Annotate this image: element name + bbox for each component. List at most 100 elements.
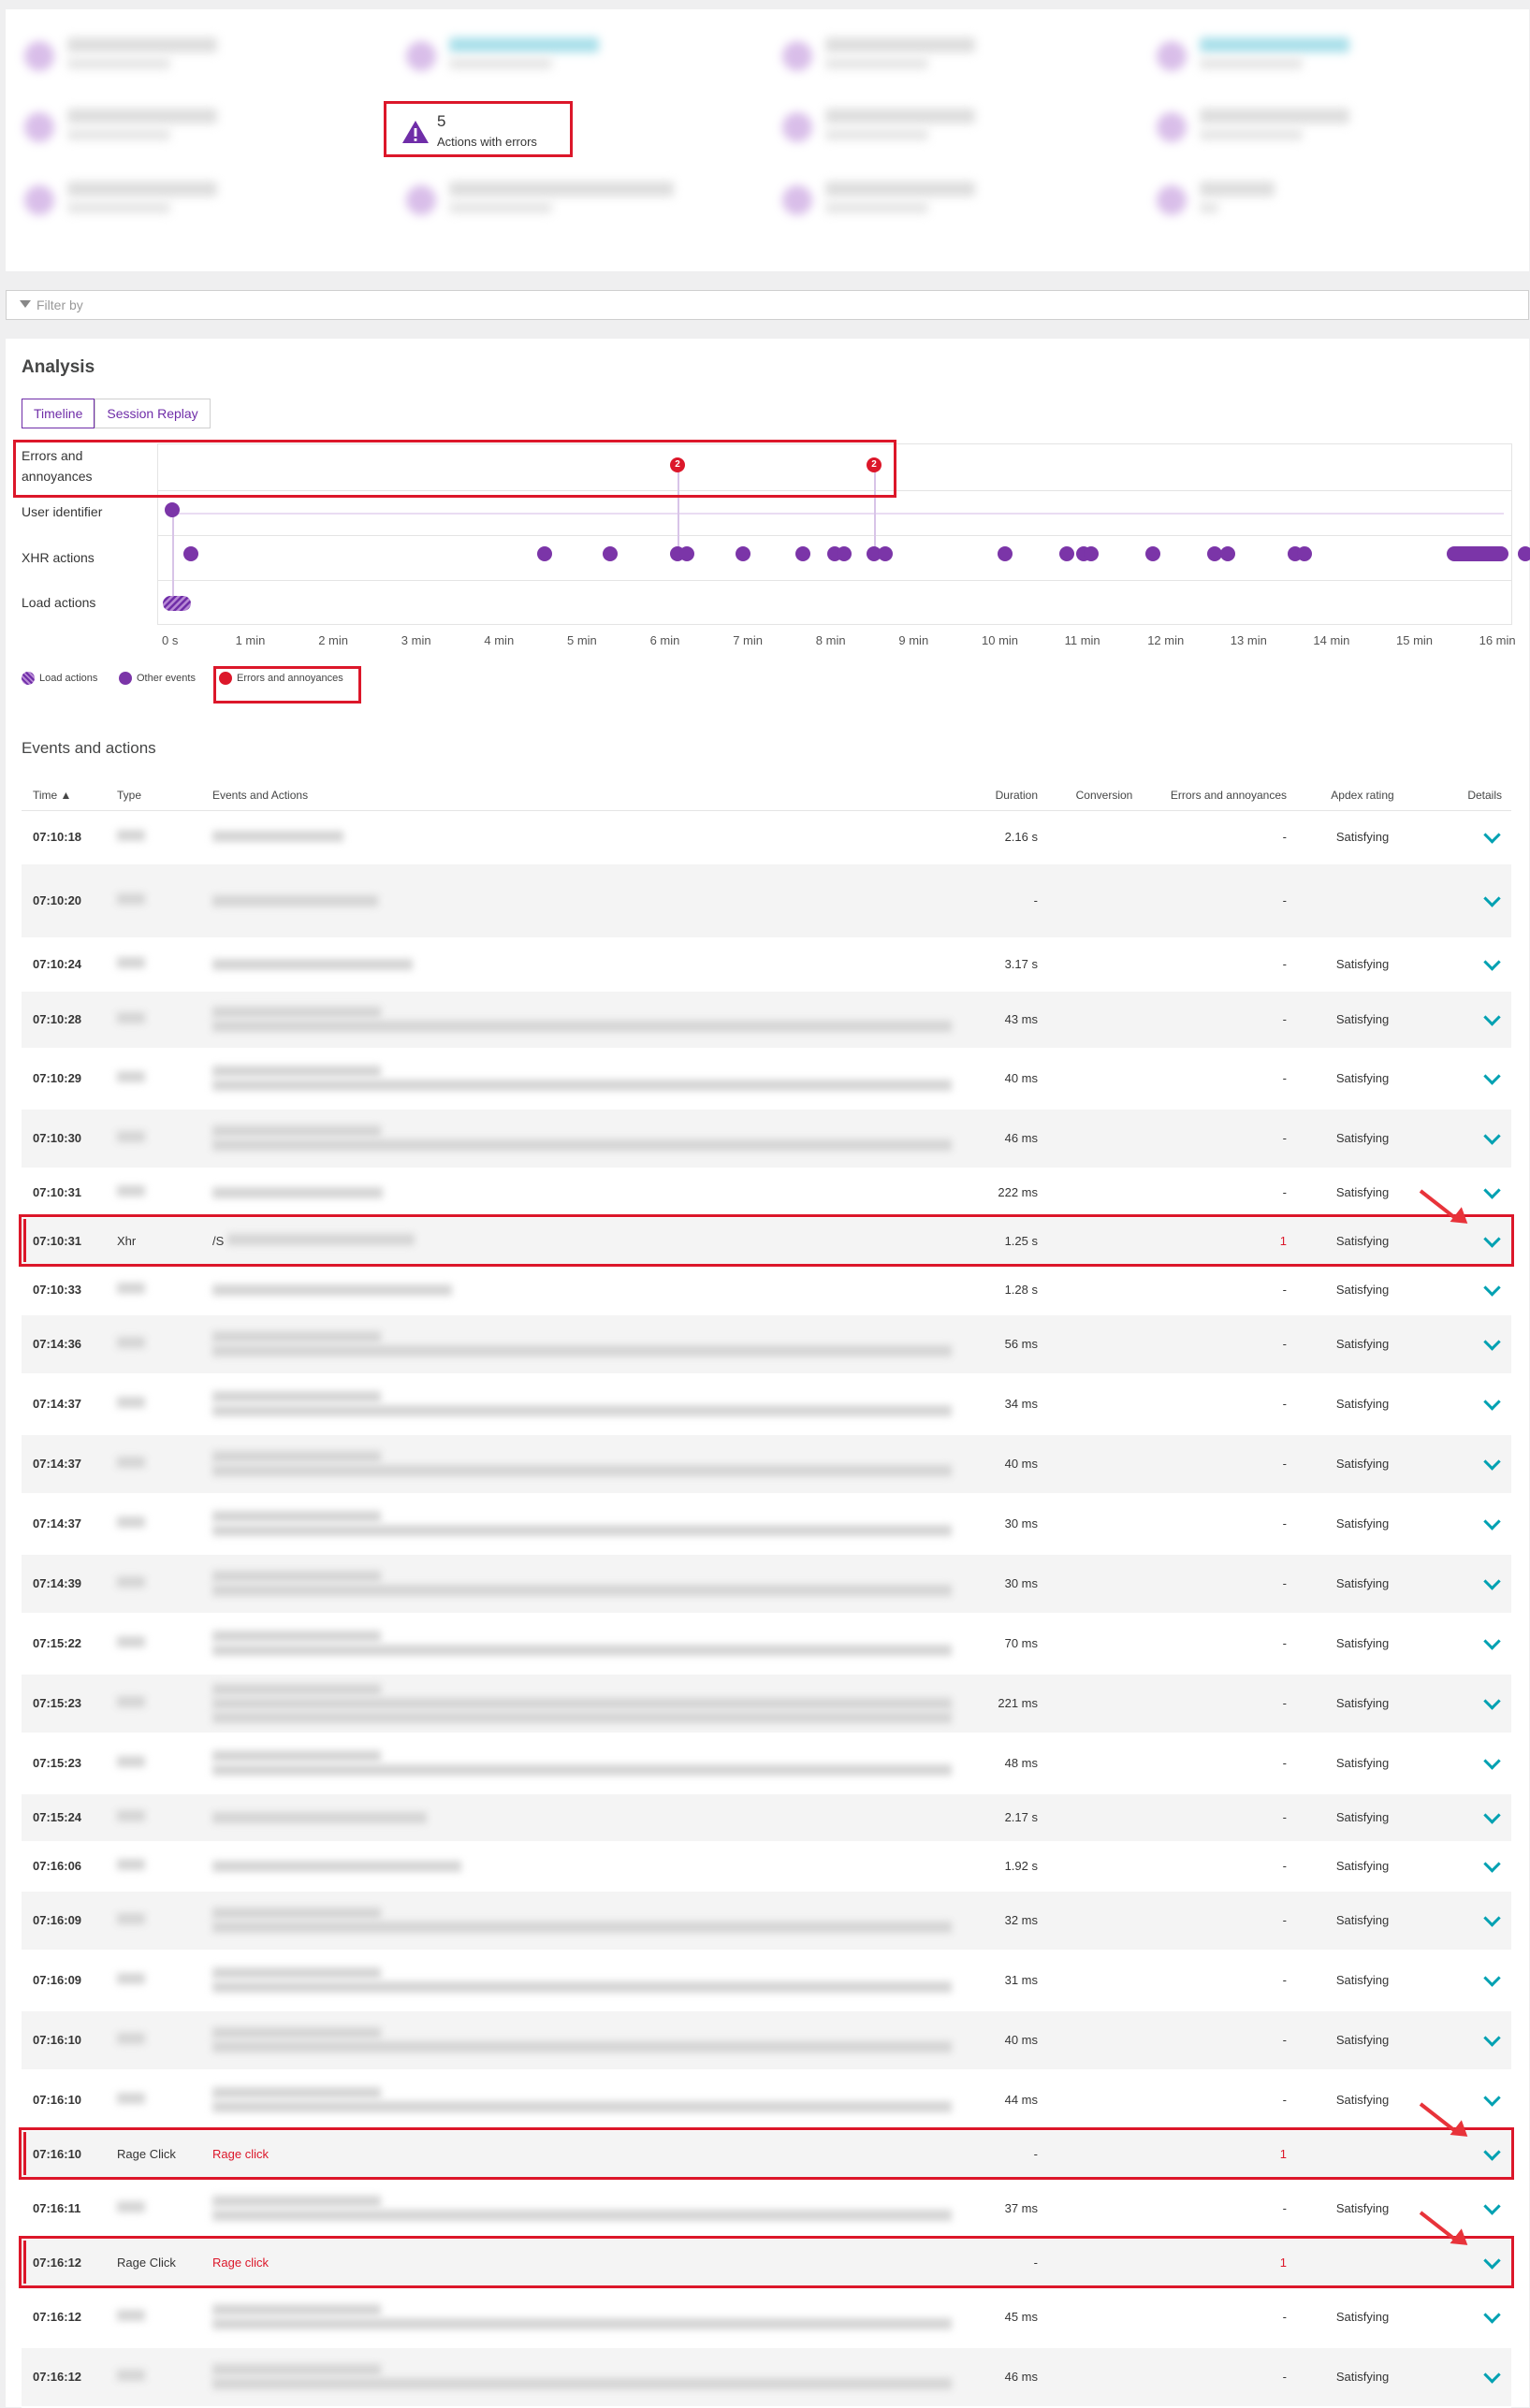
row-details[interactable] xyxy=(1416,937,1511,992)
table-row[interactable]: 07:15:23 221 ms - Satisfying xyxy=(22,1673,1511,1734)
row-action[interactable]: Rage click xyxy=(201,2129,974,2180)
col-apdex[interactable]: Apdex rating xyxy=(1298,780,1416,811)
row-details[interactable] xyxy=(1416,1553,1511,1615)
row-action[interactable]: /S xyxy=(201,1216,974,1267)
row-details[interactable] xyxy=(1416,1265,1511,1315)
row-action[interactable] xyxy=(201,1950,974,2011)
xhr-event-dot[interactable] xyxy=(998,546,1013,561)
row-action[interactable] xyxy=(201,2286,974,2348)
row-action[interactable] xyxy=(201,1733,974,1794)
chevron-down-icon[interactable] xyxy=(1483,1692,1501,1710)
row-action[interactable] xyxy=(201,1373,974,1435)
table-row[interactable]: 07:16:12 Rage Click Rage click - 1 xyxy=(22,2238,1511,2288)
table-row[interactable]: 07:15:23 48 ms - Satisfying xyxy=(22,1733,1511,1794)
chevron-down-icon[interactable] xyxy=(1483,2306,1501,2324)
table-row[interactable]: 07:16:10 44 ms - Satisfying xyxy=(22,2069,1511,2131)
chevron-down-icon[interactable] xyxy=(1483,2089,1501,2107)
chevron-down-icon[interactable] xyxy=(1483,1969,1501,1987)
table-row[interactable]: 07:10:31 Xhr/S 1.25 s 1 Satisfying xyxy=(22,1216,1511,1267)
chevron-down-icon[interactable] xyxy=(1483,1333,1501,1351)
table-row[interactable]: 07:15:24 2.17 s - Satisfying xyxy=(22,1792,1511,1843)
row-details[interactable] xyxy=(1416,1613,1511,1675)
table-row[interactable]: 07:16:11 37 ms - Satisfying xyxy=(22,2178,1511,2240)
xhr-event-dot[interactable] xyxy=(1220,546,1235,561)
chevron-down-icon[interactable] xyxy=(1483,1806,1501,1824)
xhr-event-dot[interactable] xyxy=(537,546,552,561)
col-errors[interactable]: Errors and annoyances xyxy=(1148,780,1298,811)
chevron-down-icon[interactable] xyxy=(1483,1573,1501,1590)
chevron-down-icon[interactable] xyxy=(1483,890,1501,907)
xhr-event-dot[interactable] xyxy=(603,546,618,561)
row-details[interactable] xyxy=(1416,1890,1511,1951)
chevron-down-icon[interactable] xyxy=(1483,1127,1501,1145)
row-action[interactable] xyxy=(201,2178,974,2240)
row-action[interactable] xyxy=(201,1553,974,1615)
row-action[interactable] xyxy=(201,863,974,939)
row-details[interactable] xyxy=(1416,1108,1511,1169)
user-identifier-event[interactable] xyxy=(165,502,180,517)
row-action[interactable] xyxy=(201,810,974,864)
table-row[interactable]: 07:15:22 70 ms - Satisfying xyxy=(22,1613,1511,1675)
chevron-down-icon[interactable] xyxy=(1483,1393,1501,1411)
chevron-down-icon[interactable] xyxy=(1483,1182,1501,1199)
row-action[interactable] xyxy=(201,2069,974,2131)
xhr-event-dot[interactable] xyxy=(837,546,852,561)
col-time[interactable]: Time ▲ xyxy=(22,780,106,811)
col-duration[interactable]: Duration xyxy=(974,780,1049,811)
row-action[interactable] xyxy=(201,1168,974,1218)
table-row[interactable]: 07:16:09 32 ms - Satisfying xyxy=(22,1890,1511,1951)
table-row[interactable]: 07:10:29 40 ms - Satisfying xyxy=(22,1048,1511,1110)
row-action[interactable] xyxy=(201,990,974,1050)
table-row[interactable]: 07:14:36 56 ms - Satisfying xyxy=(22,1313,1511,1375)
row-action[interactable] xyxy=(201,1265,974,1315)
table-row[interactable]: 07:10:30 46 ms - Satisfying xyxy=(22,1108,1511,1169)
row-details[interactable] xyxy=(1416,990,1511,1050)
chevron-down-icon[interactable] xyxy=(1483,1855,1501,1873)
row-details[interactable] xyxy=(1416,1373,1511,1435)
table-row[interactable]: 07:16:06 1.92 s - Satisfying xyxy=(22,1841,1511,1892)
chevron-down-icon[interactable] xyxy=(1483,1909,1501,1927)
table-row[interactable]: 07:16:10 40 ms - Satisfying xyxy=(22,2009,1511,2071)
col-type[interactable]: Type xyxy=(106,780,201,811)
xhr-event-dot[interactable] xyxy=(878,546,893,561)
table-row[interactable]: 07:16:10 Rage Click Rage click - 1 xyxy=(22,2129,1511,2180)
chevron-down-icon[interactable] xyxy=(1483,1752,1501,1770)
row-action[interactable] xyxy=(201,937,974,992)
row-action[interactable] xyxy=(201,1841,974,1892)
summary-tile[interactable] xyxy=(406,32,687,88)
chevron-down-icon[interactable] xyxy=(1483,2029,1501,2047)
row-details[interactable] xyxy=(1416,2346,1511,2408)
chevron-down-icon[interactable] xyxy=(1483,1067,1501,1085)
row-action[interactable] xyxy=(201,1792,974,1843)
table-row[interactable]: 07:10:33 1.28 s - Satisfying xyxy=(22,1265,1511,1315)
row-details[interactable] xyxy=(1416,1841,1511,1892)
load-action-marker[interactable] xyxy=(162,595,192,612)
chevron-down-icon[interactable] xyxy=(1483,953,1501,971)
row-details[interactable] xyxy=(1416,1048,1511,1110)
row-action[interactable]: Rage click xyxy=(201,2238,974,2288)
table-row[interactable]: 07:14:39 30 ms - Satisfying xyxy=(22,1553,1511,1615)
col-events[interactable]: Events and Actions xyxy=(201,780,974,811)
row-action[interactable] xyxy=(201,1890,974,1951)
row-action[interactable] xyxy=(201,1493,974,1555)
row-details[interactable] xyxy=(1416,1792,1511,1843)
xhr-event-dot[interactable] xyxy=(736,546,750,561)
table-row[interactable]: 07:10:31 222 ms - Satisfying xyxy=(22,1168,1511,1218)
xhr-event-dot[interactable] xyxy=(1059,546,1074,561)
row-action[interactable] xyxy=(201,1313,974,1375)
row-action[interactable] xyxy=(201,2009,974,2071)
xhr-event-dot[interactable] xyxy=(1145,546,1160,561)
row-action[interactable] xyxy=(201,2346,974,2408)
table-row[interactable]: 07:10:24 3.17 s - Satisfying xyxy=(22,937,1511,992)
tab-session-replay[interactable]: Session Replay xyxy=(95,399,211,428)
row-details[interactable] xyxy=(1416,810,1511,864)
chevron-down-icon[interactable] xyxy=(1483,1008,1501,1026)
table-row[interactable]: 07:14:37 30 ms - Satisfying xyxy=(22,1493,1511,1555)
xhr-event-dot[interactable] xyxy=(679,546,694,561)
row-action[interactable] xyxy=(201,1433,974,1495)
chevron-down-icon[interactable] xyxy=(1483,2198,1501,2215)
chevron-down-icon[interactable] xyxy=(1483,1230,1501,1248)
chevron-down-icon[interactable] xyxy=(1483,1453,1501,1471)
chevron-down-icon[interactable] xyxy=(1483,826,1501,844)
chevron-down-icon[interactable] xyxy=(1483,2252,1501,2270)
